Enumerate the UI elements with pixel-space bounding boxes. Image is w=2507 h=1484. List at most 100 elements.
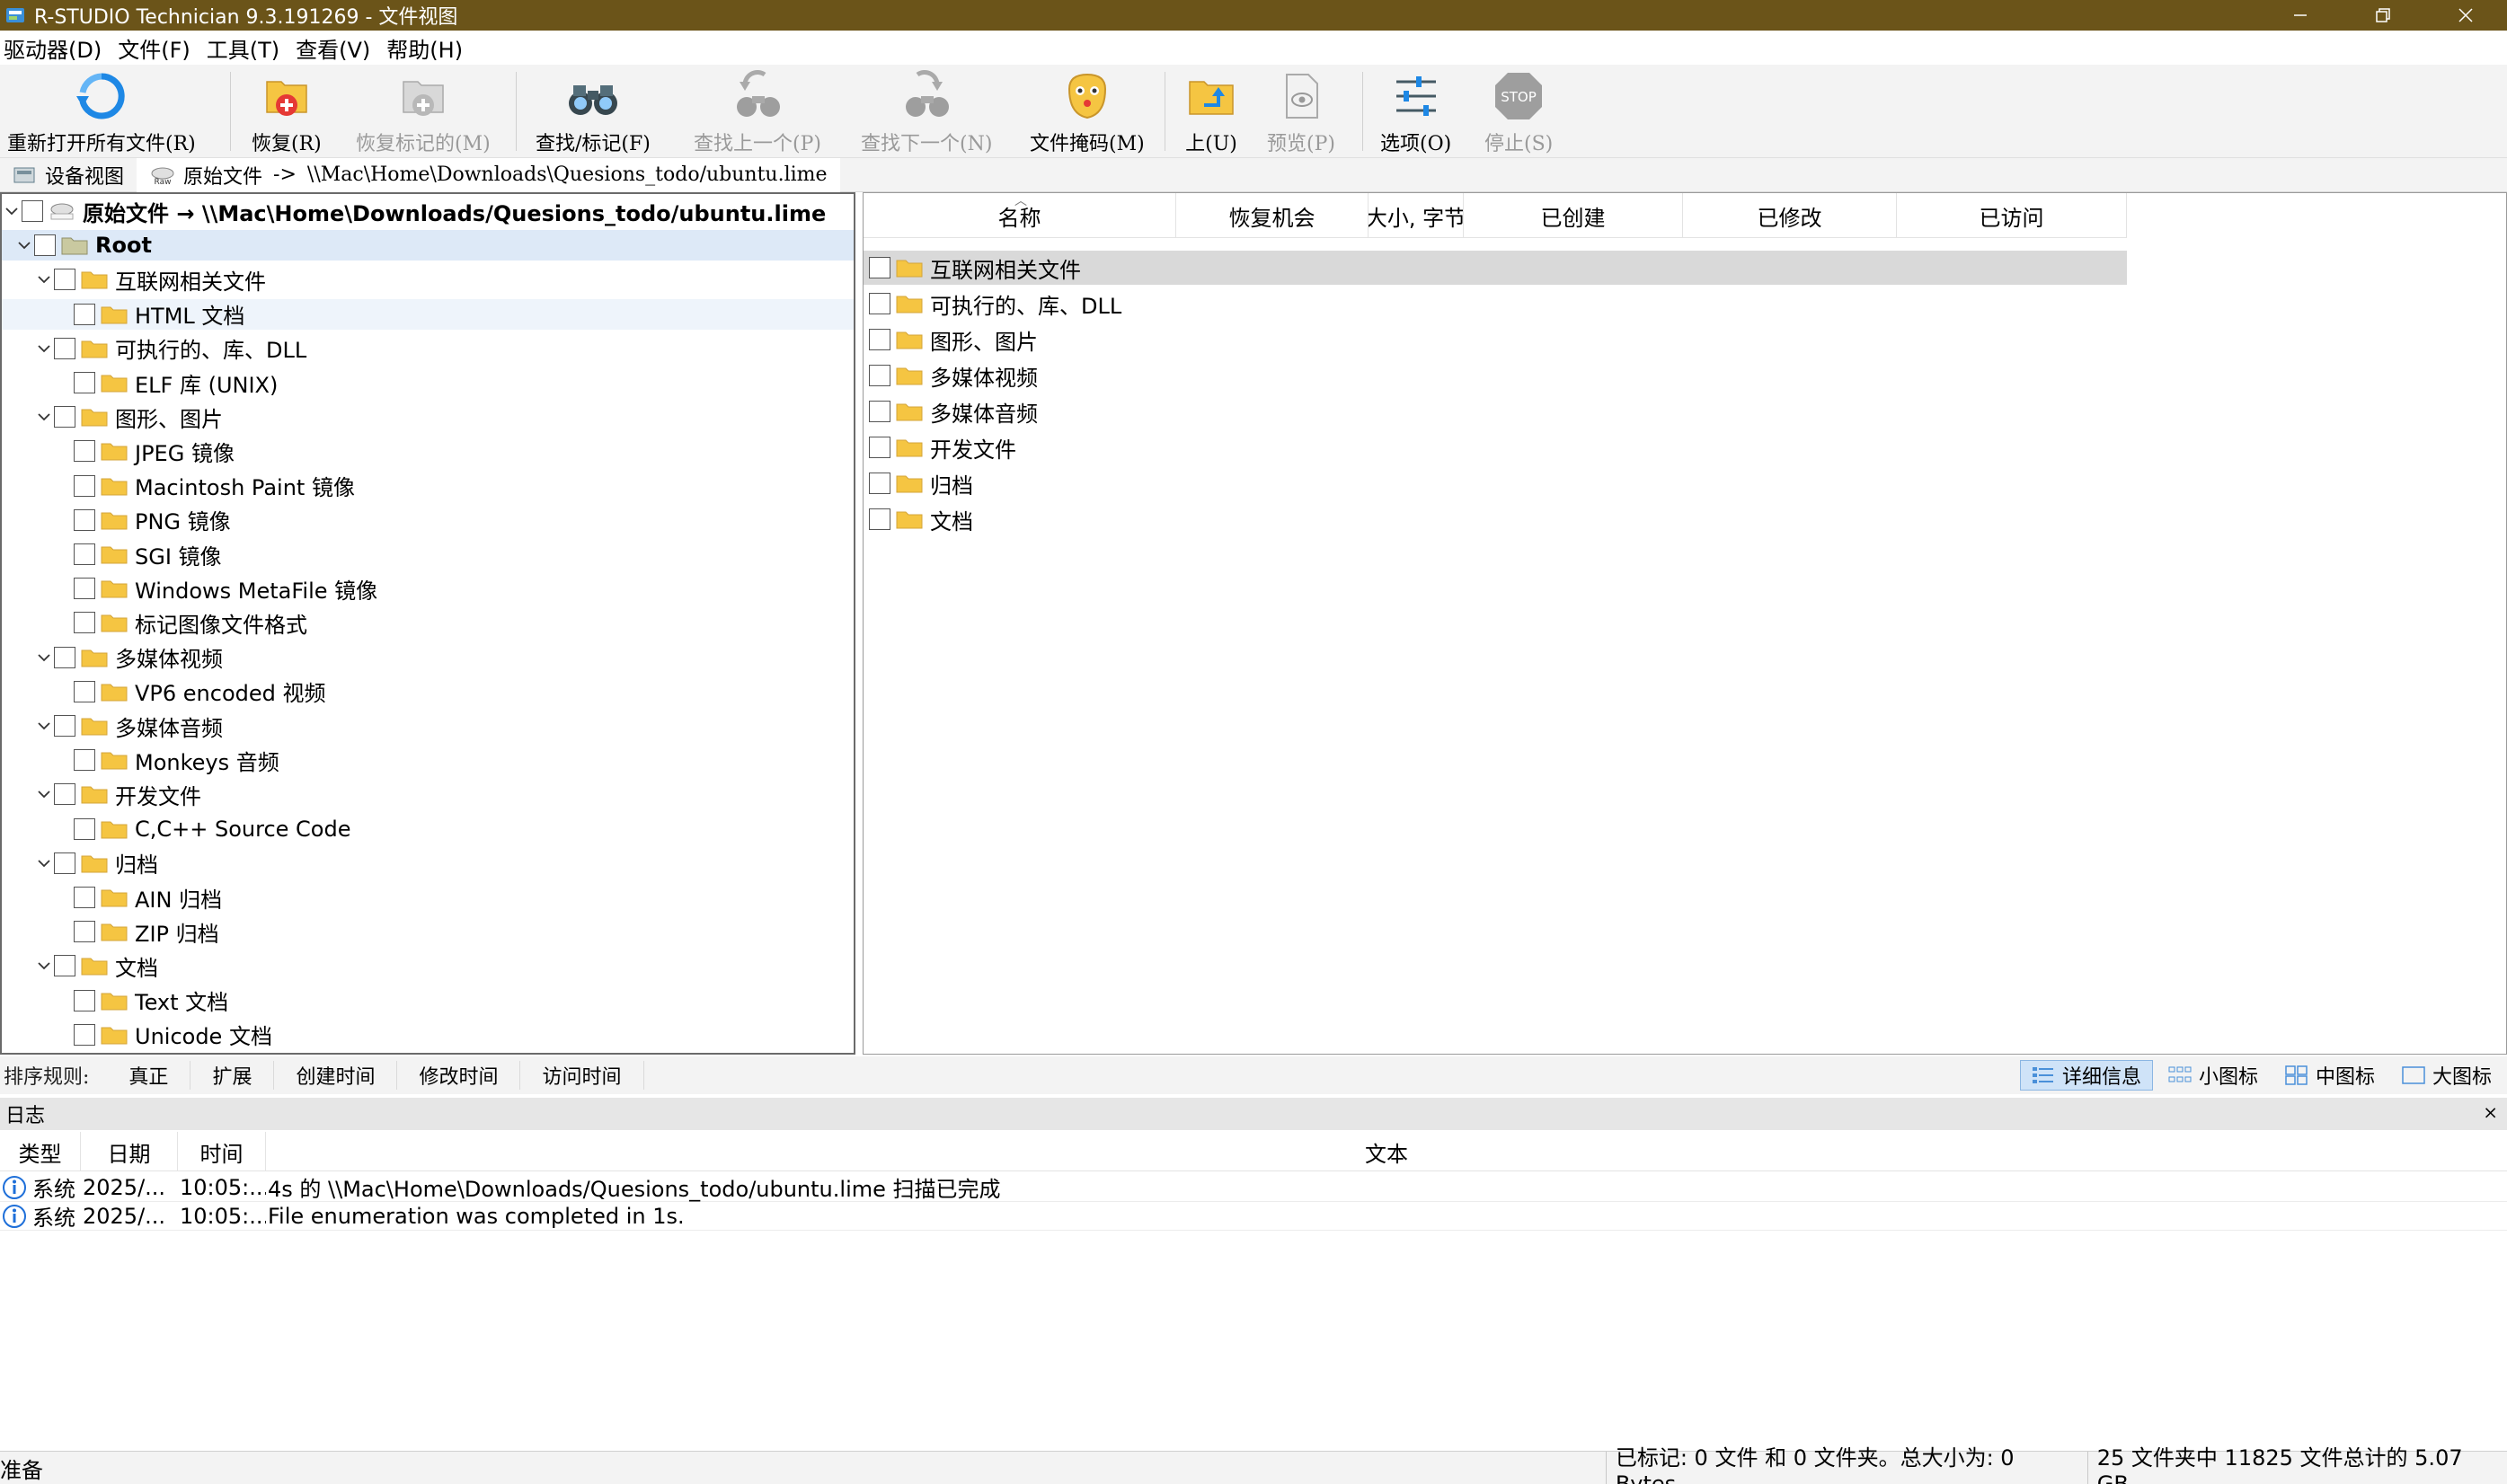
log-column-text[interactable]: 文本 xyxy=(266,1132,2507,1171)
log-row[interactable]: 系统 2025/... 10:05:... File enumeration was … xyxy=(0,1202,2507,1231)
tree-checkbox[interactable] xyxy=(54,955,75,977)
options-button[interactable]: 选项(O) xyxy=(1380,68,1451,156)
tree-group-item[interactable]: 多媒体音频 xyxy=(2,711,854,741)
tree-leaf-item[interactable]: JPEG 镜像 xyxy=(2,436,854,466)
row-checkbox[interactable] xyxy=(869,508,890,530)
tab-device-view[interactable]: 设备视图 xyxy=(0,158,137,192)
find-previous-button[interactable]: 查找上一个(P) xyxy=(694,68,821,156)
tree-expander[interactable] xyxy=(34,411,54,422)
sort-modified[interactable]: 修改时间 xyxy=(397,1061,521,1090)
tree-expander[interactable] xyxy=(34,789,54,799)
tree-checkbox[interactable] xyxy=(74,680,95,702)
tree-checkbox[interactable] xyxy=(74,440,95,463)
tree-checkbox[interactable] xyxy=(74,612,95,634)
tree-checkbox[interactable] xyxy=(74,474,95,497)
tree-expander[interactable] xyxy=(34,720,54,731)
tree-raw-files[interactable]: 原始文件 → \\Mac\Home\Downloads/Quesions_tod… xyxy=(2,196,854,226)
tree-leaf-item[interactable]: VP6 encoded 视频 xyxy=(2,676,854,707)
restore-button[interactable] xyxy=(2342,0,2424,31)
minimize-button[interactable] xyxy=(2259,0,2342,31)
file-list-row[interactable]: 可执行的、库、DLL xyxy=(864,287,2127,321)
tree-checkbox[interactable] xyxy=(74,887,95,908)
tree-group-item[interactable]: 可执行的、库、DLL xyxy=(2,333,854,364)
tree-group-item[interactable]: 归档 xyxy=(2,848,854,879)
column-recovery-chance[interactable]: 恢复机会 xyxy=(1176,193,1369,238)
log-column-type[interactable]: 类型 xyxy=(0,1132,81,1171)
log-column-time[interactable]: 时间 xyxy=(178,1132,266,1171)
tree-group-item[interactable]: 图形、图片 xyxy=(2,402,854,432)
tree-checkbox[interactable] xyxy=(74,921,95,943)
tree-checkbox[interactable] xyxy=(74,508,95,531)
file-list-row[interactable]: 图形、图片 xyxy=(864,322,2127,357)
tree-leaf-item[interactable]: SGI 镜像 xyxy=(2,539,854,570)
tree-expander[interactable] xyxy=(34,652,54,663)
file-list-row[interactable]: 互联网相关文件 xyxy=(864,251,2127,285)
row-checkbox[interactable] xyxy=(869,401,890,422)
tree-checkbox[interactable] xyxy=(54,646,75,668)
menu-drive[interactable]: 驱动器(D) xyxy=(0,32,109,64)
tree-leaf-item[interactable]: Unicode 文档 xyxy=(2,1020,854,1050)
view-details-button[interactable]: 详细信息 xyxy=(2019,1060,2153,1091)
tree-checkbox[interactable] xyxy=(74,303,95,325)
tree-expander[interactable] xyxy=(34,343,54,354)
menu-file[interactable]: 文件(F) xyxy=(114,32,198,64)
tree-leaf-item[interactable]: Windows MetaFile 镜像 xyxy=(2,573,854,604)
file-list-row[interactable]: 归档 xyxy=(864,466,2127,500)
row-checkbox[interactable] xyxy=(869,365,890,386)
row-checkbox[interactable] xyxy=(869,293,890,314)
log-column-date[interactable]: 日期 xyxy=(81,1132,178,1171)
tree-leaf-item[interactable]: PNG 镜像 xyxy=(2,505,854,535)
tree-checkbox[interactable] xyxy=(54,337,75,359)
tree-checkbox[interactable] xyxy=(74,1023,95,1046)
column-accessed[interactable]: 已访问 xyxy=(1897,193,2127,238)
sort-extension[interactable]: 扩展 xyxy=(190,1061,275,1090)
tree-root[interactable]: Root xyxy=(2,230,854,261)
tree-checkbox[interactable] xyxy=(74,543,95,565)
tree-group-item[interactable]: 多媒体视频 xyxy=(2,642,854,673)
sort-real[interactable]: 真正 xyxy=(107,1061,191,1090)
tree-expander[interactable] xyxy=(34,274,54,285)
tree-checkbox[interactable] xyxy=(74,817,95,840)
tree-leaf-item[interactable]: Monkeys 音频 xyxy=(2,745,854,775)
row-checkbox[interactable] xyxy=(869,473,890,494)
tree-expander[interactable] xyxy=(34,858,54,869)
stop-button[interactable]: STOP 停止(S) xyxy=(1484,68,1553,156)
tree-checkbox[interactable] xyxy=(54,406,75,428)
file-list-row[interactable]: 多媒体视频 xyxy=(864,358,2127,393)
tree-group-item[interactable]: 开发文件 xyxy=(2,779,854,809)
tree-group-item[interactable]: 互联网相关文件 xyxy=(2,264,854,295)
tree-leaf-item[interactable]: Macintosh Paint 镜像 xyxy=(2,471,854,501)
sort-created[interactable]: 创建时间 xyxy=(274,1061,398,1090)
up-button[interactable]: 上(U) xyxy=(1183,68,1240,156)
tree-expander[interactable] xyxy=(2,206,22,216)
tree-expander[interactable] xyxy=(34,960,54,971)
view-medium-icons-button[interactable]: 中图标 xyxy=(2273,1060,2387,1091)
menu-view[interactable]: 查看(V) xyxy=(292,32,377,64)
log-row[interactable]: 系统 2025/... 10:05:... 4s 的 \\Mac\Home\Downl… xyxy=(0,1173,2507,1202)
view-small-icons-button[interactable]: 小图标 xyxy=(2157,1060,2270,1091)
file-list-row[interactable]: 开发文件 xyxy=(864,430,2127,464)
tree-leaf-item[interactable]: Text 文档 xyxy=(2,985,854,1016)
file-list-row[interactable]: 文档 xyxy=(864,502,2127,536)
column-created[interactable]: 已创建 xyxy=(1464,193,1683,238)
tree-expander[interactable] xyxy=(14,240,34,251)
menu-tools[interactable]: 工具(T) xyxy=(203,32,287,64)
view-large-icons-button[interactable]: 大图标 xyxy=(2390,1060,2503,1091)
row-checkbox[interactable] xyxy=(869,437,890,458)
file-mask-button[interactable]: 文件掩码(M) xyxy=(1030,68,1145,156)
recover-marked-button[interactable]: 恢复标记的(M) xyxy=(356,68,491,156)
recover-button[interactable]: 恢复(R) xyxy=(252,68,322,156)
tree-checkbox[interactable] xyxy=(54,715,75,737)
log-close-button[interactable]: × xyxy=(2483,1101,2498,1123)
tree-checkbox[interactable] xyxy=(34,234,56,257)
row-checkbox[interactable] xyxy=(869,257,890,278)
tree-checkbox[interactable] xyxy=(74,749,95,772)
row-checkbox[interactable] xyxy=(869,329,890,350)
find-mark-button[interactable]: 查找/标记(F) xyxy=(536,68,651,156)
tree-checkbox[interactable] xyxy=(54,269,75,291)
reopen-all-button[interactable]: 重新打开所有文件(R) xyxy=(7,68,196,156)
tree-leaf-item[interactable]: HTML 文档 xyxy=(2,298,854,330)
tree-checkbox[interactable] xyxy=(54,852,75,874)
tab-raw-files[interactable]: Raw 原始文件 -> \\Mac\Home\Downloads\Quesion… xyxy=(137,157,840,192)
tree-leaf-item[interactable]: C,C++ Source Code xyxy=(2,814,854,844)
